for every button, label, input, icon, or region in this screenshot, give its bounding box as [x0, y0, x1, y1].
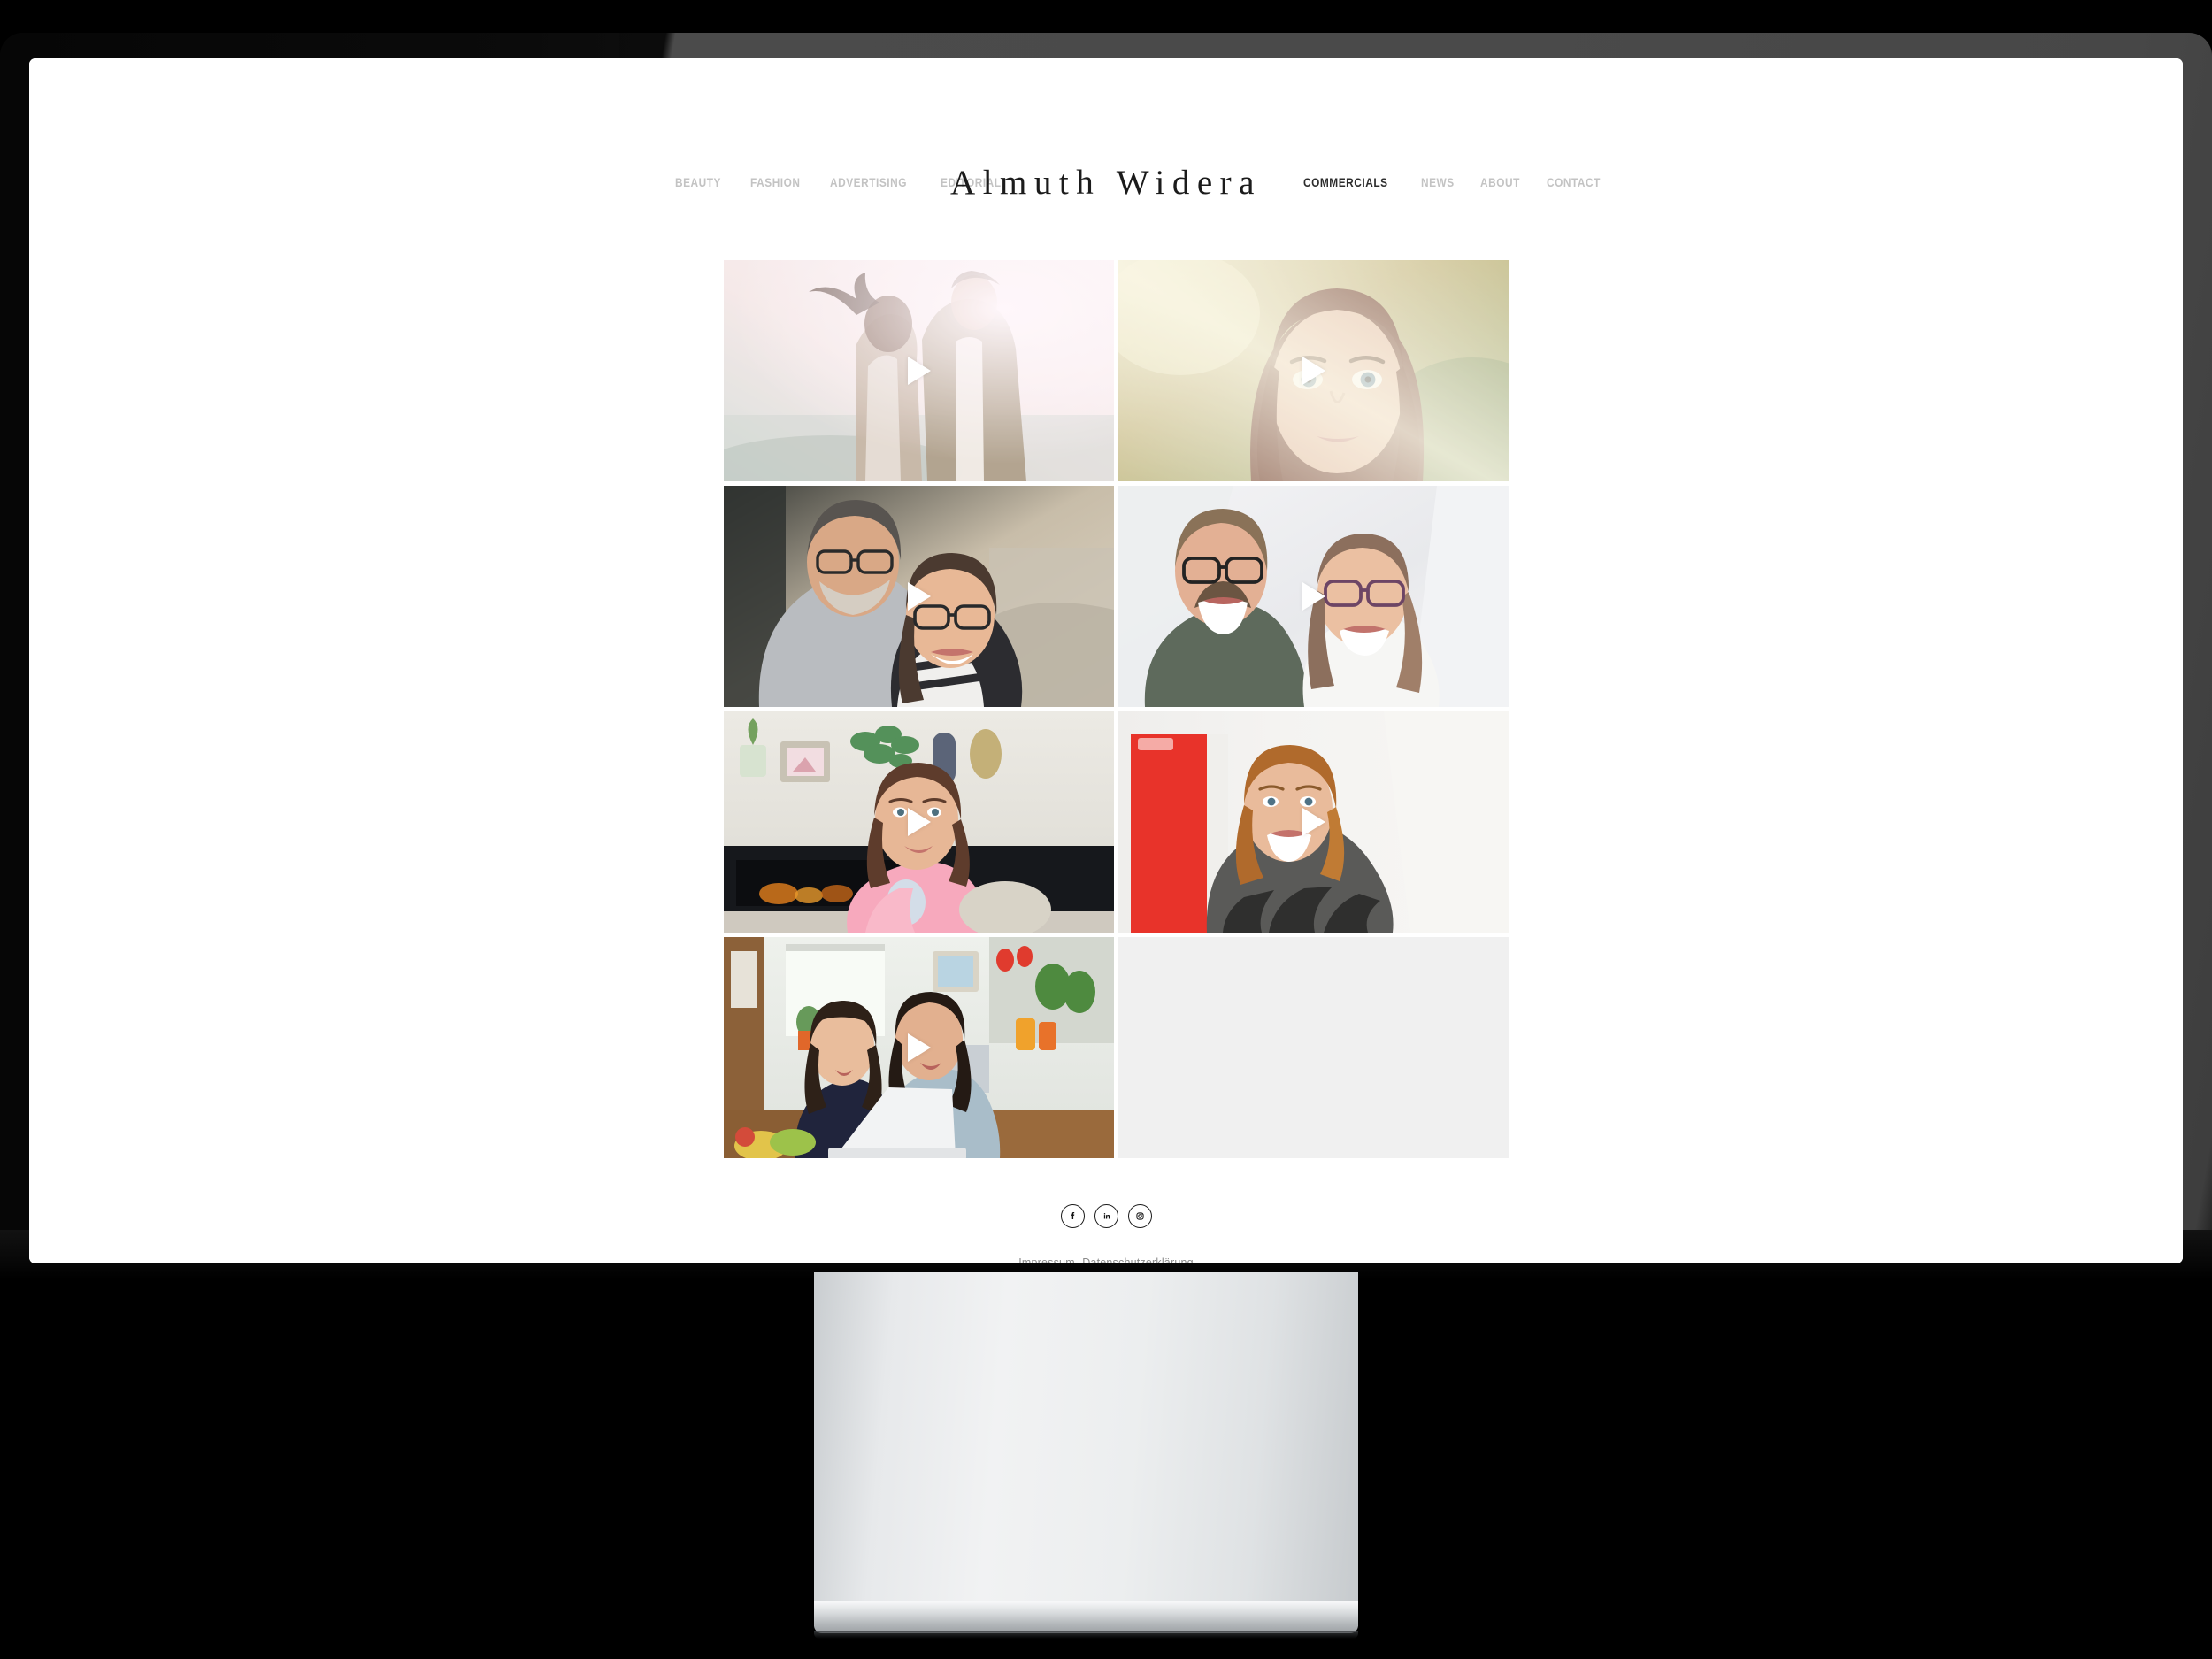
- monitor-stand-foot: [814, 1601, 1358, 1633]
- impressum-link[interactable]: Impressum: [1018, 1256, 1075, 1263]
- video-thumb-woman-portrait-sunlight[interactable]: [1118, 260, 1509, 481]
- gallery-row: [724, 486, 1509, 707]
- facebook-icon[interactable]: [1060, 1204, 1085, 1228]
- gallery-empty-cell: [1118, 937, 1509, 1158]
- gallery-row: [724, 711, 1509, 933]
- monitor-stand-neck: [814, 1272, 1358, 1626]
- site-header: BEAUTY FASHION ADVERTISING EDITORIAL COMMER…: [29, 58, 2183, 202]
- website-page: BEAUTY FASHION ADVERTISING EDITORIAL COMMER…: [29, 58, 2183, 1263]
- legal-links: Impressum - Datenschutzerklärung: [29, 1256, 2183, 1263]
- video-thumb-two-women-laptop-kitchen[interactable]: [724, 937, 1114, 1158]
- privacy-link[interactable]: Datenschutzerklärung: [1082, 1256, 1194, 1263]
- legal-separator: -: [1076, 1256, 1081, 1263]
- gallery-row: [724, 260, 1509, 481]
- linkedin-icon[interactable]: [1094, 1204, 1118, 1228]
- video-thumb-woman-pink-sweater-fireplace[interactable]: [724, 711, 1114, 933]
- video-thumb-couple-sunset-beach[interactable]: [724, 260, 1114, 481]
- social-links-row: [29, 1204, 2183, 1228]
- instagram-icon[interactable]: [1127, 1204, 1152, 1228]
- play-icon[interactable]: [907, 1033, 931, 1062]
- play-icon[interactable]: [1302, 808, 1325, 836]
- play-icon[interactable]: [907, 582, 931, 611]
- monitor-screen: BEAUTY FASHION ADVERTISING EDITORIAL COMMER…: [29, 58, 2183, 1263]
- site-logo-wordmark[interactable]: Almuth Widera: [29, 163, 2183, 203]
- gallery-row: [724, 937, 1509, 1158]
- video-thumb-couple-glasses-laughing[interactable]: [1118, 486, 1509, 707]
- play-icon[interactable]: [1302, 357, 1325, 385]
- monitor-stand-shadow: [814, 1631, 1358, 1639]
- play-icon[interactable]: [1302, 582, 1325, 611]
- play-icon[interactable]: [907, 808, 931, 836]
- video-thumb-woman-red-background-smiling[interactable]: [1118, 711, 1509, 933]
- play-icon[interactable]: [907, 357, 931, 385]
- video-thumb-couple-glasses-sofa[interactable]: [724, 486, 1114, 707]
- monitor-scene: BEAUTY FASHION ADVERTISING EDITORIAL COMMER…: [0, 0, 2212, 1659]
- video-gallery-grid: [724, 260, 1509, 1163]
